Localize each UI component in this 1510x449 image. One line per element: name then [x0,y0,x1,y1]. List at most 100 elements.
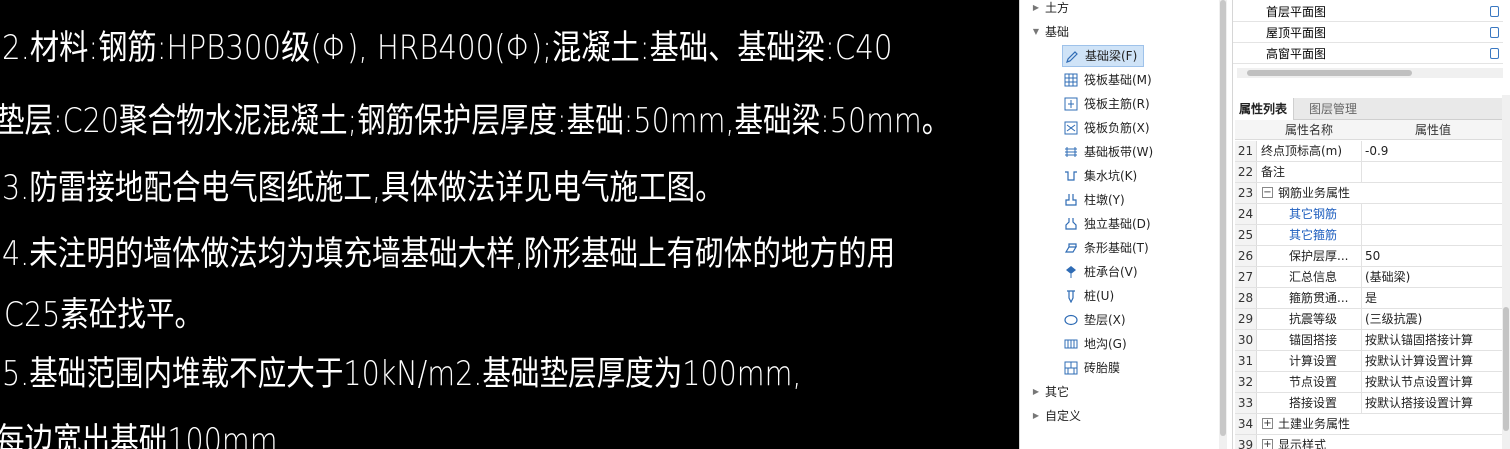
strip-footing-icon [1064,243,1078,253]
pencil-icon [1066,51,1078,63]
cad-note-line-4: 4.未注明的墙体做法均为填充墙基础大样,阶形基础上有砌体的地方的用 [2,234,896,274]
tree-item-raft-neg-rebar[interactable]: 筏板负筋(X) [1062,117,1156,139]
grid-icon [1064,73,1078,87]
property-row[interactable]: 26 保护层厚... 50 [1235,246,1503,267]
expand-icon[interactable]: + [1262,418,1273,429]
cad-note-line-3: 3.防雷接地配合电气图纸施工,具体做法详见电气施工图。 [2,168,724,208]
row-number: 26 [1235,246,1257,266]
lock-icon[interactable] [1490,48,1499,59]
property-value[interactable]: 按默认计算设置计算 [1361,351,1503,371]
tree-item-label: 集水坑(K) [1084,169,1138,183]
row-number: 22 [1235,162,1257,182]
property-value[interactable]: 按默认节点设置计算 [1361,372,1503,392]
tree-item-label: 垫层(X) [1084,313,1126,327]
property-value[interactable]: -0.9 [1361,141,1503,161]
tree-item-foundation-strip[interactable]: 基础板带(W) [1062,141,1159,163]
caret-right-icon[interactable]: ▶ [1030,382,1042,402]
tree-item-raft-foundation[interactable]: 筏板基础(M) [1062,69,1158,91]
cad-drawing-canvas[interactable]: 2.材料:钢筋:HPB300级(Φ), HRB400(Φ);混凝土:基础、基础梁… [0,0,1019,449]
property-row[interactable]: 21 终点顶标高(m) -0.9 [1235,141,1503,162]
property-row[interactable]: 25 其它箍筋 [1235,225,1503,246]
property-row[interactable]: 24 其它钢筋 [1235,204,1503,225]
tree-group-label: 自定义 [1045,409,1082,423]
pit-icon [1065,171,1077,181]
property-row[interactable]: 31 计算设置 按默认计算设置计算 [1235,351,1503,372]
brick-icon [1064,361,1078,375]
scrollbar-thumb[interactable] [1220,0,1226,436]
tree-item-cushion[interactable]: 垫层(X) [1062,309,1132,331]
property-value[interactable]: 是 [1361,288,1503,308]
cad-note-line-5: C25素砼找平。 [4,295,204,335]
property-name: 钢筋业务属性 [1278,186,1351,200]
tree-item-pile-cap[interactable]: 桩承台(V) [1062,261,1144,283]
row-number: 25 [1235,225,1257,245]
drawing-list-item[interactable]: 首层平面图 [1233,2,1503,22]
tree-item-column-pier[interactable]: 柱墩(Y) [1062,189,1131,211]
property-row[interactable]: 22 备注 [1235,162,1503,183]
property-row[interactable]: 32 节点设置 按默认节点设置计算 [1235,372,1503,393]
property-row[interactable]: 28 箍筋贯通... 是 [1235,288,1503,309]
property-value[interactable]: (基础梁) [1361,267,1503,287]
property-value[interactable]: 50 [1361,246,1503,266]
tree-item-strip-footing[interactable]: 条形基础(T) [1062,237,1155,259]
property-row[interactable]: 29 抗震等级 (三级抗震) [1235,309,1503,330]
tree-item-isolated-footing[interactable]: 独立基础(D) [1062,213,1157,235]
property-value[interactable]: (三级抗震) [1361,309,1503,329]
property-value[interactable]: 按默认锚固搭接计算 [1361,330,1503,350]
property-row[interactable]: 34 + 土建业务属性 [1235,414,1503,435]
isolated-footing-icon [1065,218,1077,230]
property-table-header: 属性名称 属性值 [1235,120,1503,140]
scrollbar-thumb[interactable] [1503,307,1509,431]
tree-item-label: 桩承台(V) [1084,265,1138,279]
property-name: 其它钢筋 [1289,207,1338,221]
tree-vertical-scrollbar[interactable] [1219,0,1227,449]
app-window: 2.材料:钢筋:HPB300级(Φ), HRB400(Φ);混凝土:基础、基础梁… [0,0,1510,449]
caret-right-icon[interactable]: ▶ [1030,406,1042,426]
property-row[interactable]: 39 + 显示样式 [1235,435,1503,449]
row-number: 39 [1235,435,1257,449]
tab-layers[interactable]: 图层管理 [1303,98,1363,120]
property-row[interactable]: 33 搭接设置 按默认搭接设置计算 [1235,393,1503,414]
drawing-list-item[interactable]: 高窗平面图 [1233,44,1503,64]
tree-group-label: 土方 [1045,1,1070,15]
pile-icon [1067,290,1075,303]
tree-item-label: 柱墩(Y) [1084,193,1125,207]
property-row[interactable]: 30 锚固搭接 按默认锚固搭接计算 [1235,330,1503,351]
scrollbar-thumb[interactable] [1247,70,1412,76]
row-number: 29 [1235,309,1257,329]
property-value[interactable] [1361,225,1503,245]
property-row[interactable]: 27 汇总信息 (基础梁) [1235,267,1503,288]
tree-item-foundation-beam[interactable]: 基础梁(F) [1062,45,1145,67]
collapse-icon[interactable]: − [1262,187,1273,198]
property-vertical-scrollbar[interactable] [1502,95,1510,449]
property-value[interactable] [1361,162,1503,182]
tree-item-raft-main-rebar[interactable]: 筏板主筋(R) [1062,93,1156,115]
component-tree: ▶ 土方 ▼ 基础 基础梁(F) 筏板基础(M) 筏板主筋(R) 筏板负筋(X)… [1019,0,1230,449]
strip-icon [1065,147,1077,157]
tree-item-sump-pit[interactable]: 集水坑(K) [1062,165,1143,187]
drawing-name: 首层平面图 [1266,5,1327,19]
drawing-list-horizontal-scrollbar[interactable] [1237,68,1503,78]
property-value[interactable]: 按默认搭接设置计算 [1361,393,1503,413]
property-value[interactable] [1361,204,1503,224]
tree-group-label: 基础 [1045,25,1070,39]
row-number: 31 [1235,351,1257,371]
property-row[interactable]: 23 − 钢筋业务属性 [1235,183,1503,204]
tree-item-trench[interactable]: 地沟(G) [1062,333,1133,355]
expand-icon[interactable]: + [1262,439,1273,449]
tree-item-pile[interactable]: 桩(U) [1062,285,1120,307]
column-header-name: 属性名称 [1285,123,1334,137]
caret-down-icon[interactable]: ▼ [1030,22,1042,42]
property-name: 箍筋贯通... [1289,291,1349,305]
property-name: 锚固搭接 [1289,333,1338,347]
tree-item-label: 砖胎膜 [1084,361,1121,375]
lock-icon[interactable] [1490,27,1499,38]
tab-properties[interactable]: 属性列表 [1233,98,1295,120]
row-number: 33 [1235,393,1257,413]
cad-note-line-7: 每边宽出基础100mm. [0,421,287,449]
lock-icon[interactable] [1490,6,1499,17]
drawing-list-item[interactable]: 屋顶平面图 [1233,23,1503,43]
caret-right-icon[interactable]: ▶ [1030,0,1042,18]
tree-item-brick-formwork[interactable]: 砖胎膜 [1062,357,1126,379]
tree-item-label: 独立基础(D) [1084,217,1151,231]
